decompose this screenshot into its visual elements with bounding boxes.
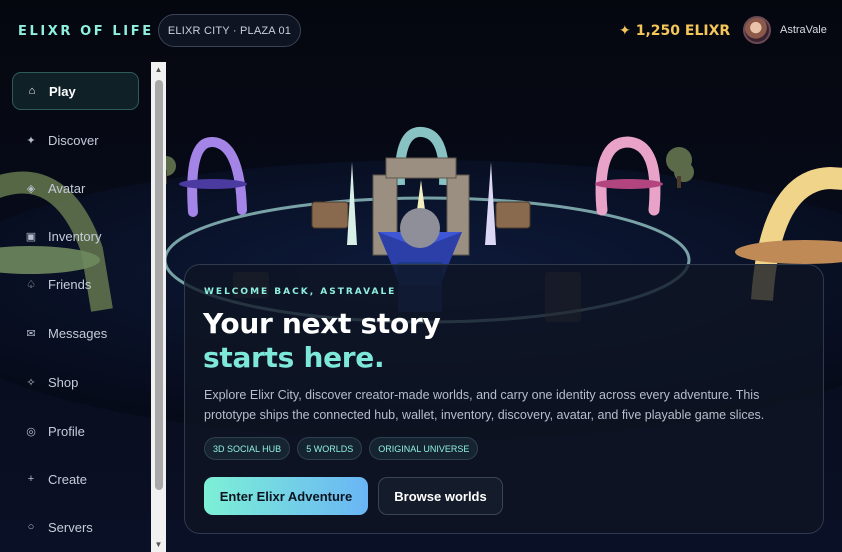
sidebar-item-label: Servers: [48, 519, 93, 535]
mail-icon: ✉: [26, 327, 36, 340]
location-label: ELIXR CITY · PLAZA 01: [167, 24, 292, 37]
sidebar-item-label: Shop: [48, 374, 79, 390]
brand-logo[interactable]: ELIXR OF LIFE: [18, 24, 154, 39]
scroll-thumb[interactable]: [155, 80, 163, 490]
page-title: Your next story starts here.: [203, 307, 441, 375]
sidebar-item-shop[interactable]: ✧ Shop: [12, 363, 139, 401]
profile-icon: ◎: [26, 425, 36, 438]
sidebar-item-label: Profile: [48, 423, 85, 439]
sidebar-item-label: Friends: [48, 276, 92, 292]
scroll-up-arrow-icon[interactable]: ▲: [151, 62, 166, 77]
sidebar-item-label: Create: [48, 471, 88, 487]
welcome-card: WELCOME BACK, ASTRAVALE Your next story …: [184, 264, 824, 534]
sidebar-item-label: Discover: [48, 132, 99, 148]
browse-worlds-button[interactable]: Browse worlds: [378, 477, 503, 515]
shop-icon: ✧: [26, 376, 36, 389]
sidebar-item-messages[interactable]: ✉ Messages: [12, 314, 139, 352]
sidebar-item-discover[interactable]: ✦ Discover: [12, 121, 139, 159]
enter-adventure-button[interactable]: Enter Elixr Adventure: [204, 477, 368, 515]
wallet-balance[interactable]: ✦ 1,250 ELIXR: [619, 23, 730, 39]
sidebar-item-label: Play: [49, 83, 76, 99]
sidebar-item-friends[interactable]: ♤ Friends: [12, 265, 139, 303]
tag-universe: ORIGINAL UNIVERSE: [369, 437, 479, 460]
sidebar-item-play[interactable]: ⌂ Play: [12, 72, 139, 110]
feature-tags: 3D SOCIAL HUB 5 WORLDS ORIGINAL UNIVERSE: [204, 437, 479, 460]
box-icon: ▣: [25, 230, 37, 243]
balance-amount: 1,250 ELIXR: [635, 23, 731, 39]
sidebar-item-avatar[interactable]: ◈ Avatar: [12, 169, 139, 207]
sidebar-item-profile[interactable]: ◎ Profile: [12, 412, 139, 450]
circle-icon: ○: [27, 521, 35, 533]
headline-line-1: Your next story: [203, 307, 441, 340]
friends-icon: ♤: [26, 278, 36, 291]
home-icon: ⌂: [28, 85, 36, 97]
username: AstraVale: [780, 24, 827, 36]
sidebar-item-create[interactable]: + Create: [12, 460, 139, 498]
sidebar-item-label: Avatar: [48, 180, 86, 196]
sparkle-icon: ✦: [26, 134, 36, 147]
plus-icon: +: [27, 473, 35, 485]
diamond-icon: ◈: [26, 182, 36, 195]
user-menu[interactable]: AstraVale: [743, 16, 827, 44]
headline-line-2: starts here.: [203, 341, 385, 374]
welcome-eyebrow: WELCOME BACK, ASTRAVALE: [204, 287, 397, 297]
sidebar-scrollbar[interactable]: ▲ ▼: [151, 62, 166, 552]
sparkle-icon: ✦: [619, 23, 631, 39]
sidebar-item-inventory[interactable]: ▣ Inventory: [12, 217, 139, 255]
sidebar-item-servers[interactable]: ○ Servers: [12, 508, 139, 546]
location-pill[interactable]: ELIXR CITY · PLAZA 01: [158, 14, 301, 47]
scroll-down-arrow-icon[interactable]: ▼: [151, 537, 166, 552]
tag-social-hub: 3D SOCIAL HUB: [204, 437, 291, 460]
sidebar-item-label: Messages: [48, 325, 108, 341]
sidebar-item-label: Inventory: [48, 228, 102, 244]
tag-worlds: 5 WORLDS: [297, 437, 363, 460]
welcome-description: Explore Elixr City, discover creator-mad…: [204, 388, 765, 422]
sidebar: ⌂ Play ✦ Discover ◈ Avatar ▣ Inventory ♤…: [0, 62, 151, 552]
top-bar: ELIXR OF LIFE ELIXR CITY · PLAZA 01 ✦ 1,…: [0, 0, 842, 62]
avatar[interactable]: [743, 16, 771, 44]
